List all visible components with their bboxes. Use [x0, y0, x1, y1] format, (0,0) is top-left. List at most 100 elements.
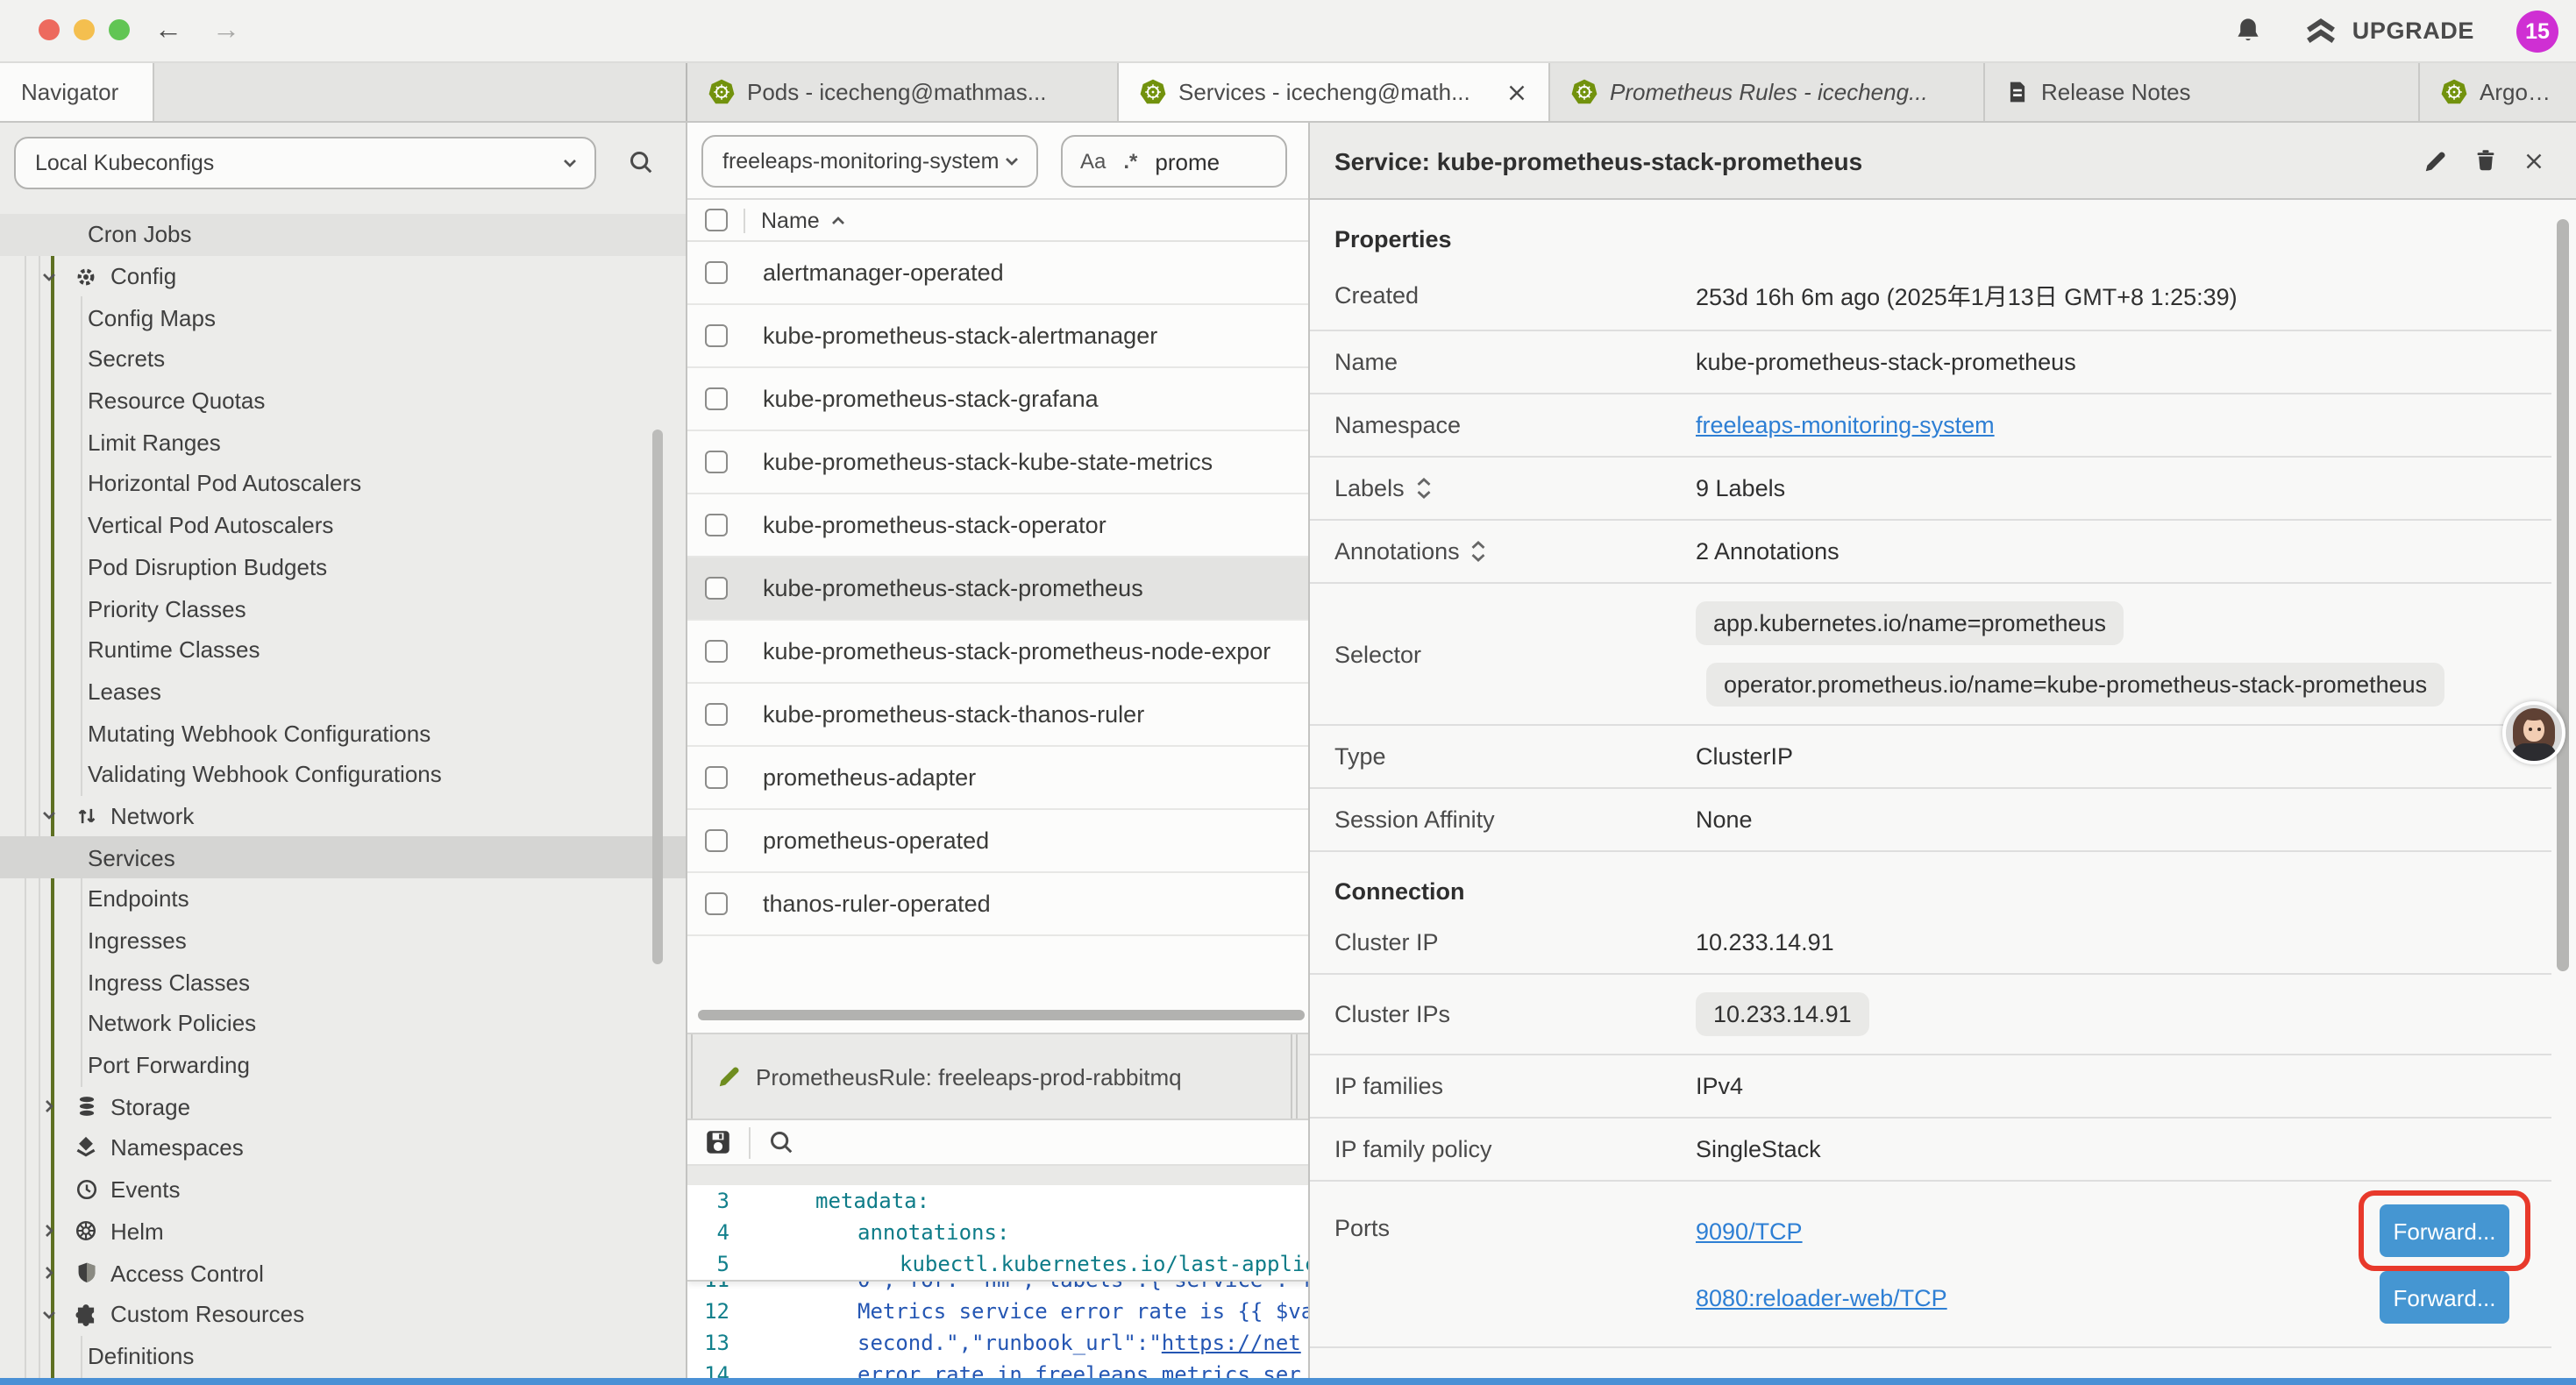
kubeconfig-source-select[interactable]: Local Kubeconfigs: [14, 137, 596, 189]
row-checkbox[interactable]: [705, 261, 728, 284]
user-avatar[interactable]: [2502, 701, 2565, 764]
sidebar-item-access-control[interactable]: Access Control: [0, 1252, 686, 1293]
table-row[interactable]: kube-prometheus-stack-prometheus: [687, 558, 1308, 621]
sidebar-item-network[interactable]: Network: [0, 795, 686, 836]
select-all-checkbox[interactable]: [705, 209, 728, 231]
sidebar-item-vertical-pod-autoscalers[interactable]: Vertical Pod Autoscalers: [0, 505, 686, 546]
table-row[interactable]: prometheus-adapter: [687, 747, 1308, 810]
row-checkbox[interactable]: [705, 829, 728, 852]
edit-icon[interactable]: [2423, 148, 2448, 173]
forward-button[interactable]: Forward...: [2380, 1204, 2509, 1257]
row-checkbox[interactable]: [705, 640, 728, 663]
row-checkbox[interactable]: [705, 451, 728, 473]
close-panel-icon[interactable]: [2523, 150, 2544, 171]
save-icon[interactable]: [705, 1129, 731, 1155]
forward-button[interactable]: →: [212, 15, 240, 46]
table-row[interactable]: kube-prometheus-stack-prometheus-node-ex…: [687, 621, 1308, 684]
table-row[interactable]: thanos-ruler-operated: [687, 873, 1308, 936]
tab-services[interactable]: Services - icecheng@math...: [1119, 63, 1550, 121]
sidebar-item-services[interactable]: Services: [0, 837, 686, 878]
table-row[interactable]: kube-prometheus-stack-kube-state-metrics: [687, 431, 1308, 494]
close-window-button[interactable]: [39, 19, 60, 40]
upgrade-button[interactable]: UPGRADE: [2305, 17, 2474, 45]
row-checkbox[interactable]: [705, 892, 728, 915]
row-checkbox[interactable]: [705, 766, 728, 789]
detail-scrollbar[interactable]: [2557, 219, 2569, 971]
port-link[interactable]: 8080:reloader-web/TCP: [1696, 1284, 1947, 1310]
sidebar-item-endpoints[interactable]: Endpoints: [0, 878, 686, 920]
update-count-badge[interactable]: 15: [2516, 10, 2558, 52]
chevron-right-icon[interactable]: [39, 1262, 61, 1283]
sidebar-item-limit-ranges[interactable]: Limit Ranges: [0, 422, 686, 463]
port-link[interactable]: 9090/TCP: [1696, 1218, 1803, 1244]
table-row[interactable]: prometheus-operated: [687, 810, 1308, 873]
maximize-window-button[interactable]: [109, 19, 130, 40]
search-icon[interactable]: [628, 149, 654, 175]
editor-tab-partial[interactable]: [1296, 1034, 1308, 1119]
sidebar-item-definitions[interactable]: Definitions: [0, 1335, 686, 1376]
sidebar-item-pod-disruption-budgets[interactable]: Pod Disruption Budgets: [0, 546, 686, 587]
row-checkbox[interactable]: [705, 387, 728, 410]
sidebar-scrollbar[interactable]: [652, 430, 663, 964]
chevron-down-icon[interactable]: [39, 266, 61, 287]
tab-release-notes[interactable]: Release Notes: [1985, 63, 2420, 121]
sort-ascending-icon[interactable]: [829, 210, 850, 231]
chevron-right-icon[interactable]: [39, 1097, 61, 1118]
table-search-input[interactable]: Aa .* prome: [1061, 135, 1287, 188]
chevron-right-icon[interactable]: [39, 1221, 61, 1242]
sidebar-item-ingress-classes[interactable]: Ingress Classes: [0, 962, 686, 1003]
row-checkbox[interactable]: [705, 703, 728, 726]
namespace-link[interactable]: freeleaps-monitoring-system: [1696, 412, 1995, 438]
sidebar-item-horizontal-pod-autoscalers[interactable]: Horizontal Pod Autoscalers: [0, 463, 686, 504]
horizontal-scrollbar[interactable]: [698, 1010, 1305, 1020]
namespace-select[interactable]: freeleaps-monitoring-system: [701, 135, 1038, 188]
regex-toggle[interactable]: .*: [1123, 149, 1137, 174]
sidebar-item-network-policies[interactable]: Network Policies: [0, 1003, 686, 1044]
tab-navigator[interactable]: Navigator: [0, 63, 154, 121]
notifications-bell-icon[interactable]: [2235, 16, 2263, 46]
forward-button[interactable]: Forward...: [2380, 1271, 2509, 1324]
sidebar-item-storage[interactable]: Storage: [0, 1086, 686, 1127]
sidebar-item-helm[interactable]: Helm: [0, 1211, 686, 1252]
sidebar-item-port-forwarding[interactable]: Port Forwarding: [0, 1045, 686, 1086]
table-row[interactable]: kube-prometheus-stack-thanos-ruler: [687, 684, 1308, 747]
table-row[interactable]: kube-prometheus-stack-alertmanager: [687, 305, 1308, 368]
row-checkbox[interactable]: [705, 324, 728, 347]
sidebar-item-ingresses[interactable]: Ingresses: [0, 920, 686, 961]
row-checkbox[interactable]: [705, 514, 728, 536]
back-button[interactable]: ←: [154, 15, 182, 46]
close-tab-icon[interactable]: [1506, 82, 1527, 103]
name-column-header[interactable]: Name: [761, 208, 820, 232]
sidebar-item-config-maps[interactable]: Config Maps: [0, 297, 686, 338]
sidebar-item-secrets[interactable]: Secrets: [0, 338, 686, 380]
sidebar-item-validating-webhook-configurations[interactable]: Validating Webhook Configurations: [0, 754, 686, 795]
chevron-down-icon[interactable]: [39, 1303, 61, 1325]
tab-argo[interactable]: Argo Se: [2420, 63, 2576, 121]
sidebar-item-namespaces[interactable]: Namespaces: [0, 1127, 686, 1168]
sort-updown-icon[interactable]: [1470, 540, 1488, 563]
tab-pods[interactable]: Pods - icecheng@mathmas...: [687, 63, 1119, 121]
yaml-editor[interactable]: 3metadata:4annotations:5kubectl.kubernet…: [687, 1185, 1308, 1378]
minimize-window-button[interactable]: [74, 19, 95, 40]
table-row[interactable]: kube-prometheus-stack-operator: [687, 494, 1308, 558]
code-link[interactable]: https://net: [1162, 1331, 1301, 1355]
sidebar-item-config[interactable]: Config: [0, 255, 686, 296]
sidebar-item-custom-resources[interactable]: Custom Resources: [0, 1294, 686, 1335]
sidebar-item-runtime-classes[interactable]: Runtime Classes: [0, 629, 686, 671]
sidebar-item-cron-jobs[interactable]: Cron Jobs: [0, 214, 686, 255]
sort-updown-icon[interactable]: [1415, 477, 1433, 500]
table-row[interactable]: alertmanager-operated: [687, 242, 1308, 305]
sidebar-item-mutating-webhook-configurations[interactable]: Mutating Webhook Configurations: [0, 713, 686, 754]
sidebar-item-resource-quotas[interactable]: Resource Quotas: [0, 380, 686, 422]
editor-tab-prometheusrule[interactable]: PrometheusRule: freeleaps-prod-rabbitmq: [691, 1034, 1292, 1119]
sidebar-item-leases[interactable]: Leases: [0, 671, 686, 712]
delete-icon[interactable]: [2474, 147, 2497, 174]
sidebar-item-events[interactable]: Events: [0, 1169, 686, 1211]
tab-prometheus-rules[interactable]: Prometheus Rules - icecheng...: [1550, 63, 1985, 121]
table-row[interactable]: kube-prometheus-stack-grafana: [687, 368, 1308, 431]
sidebar-item-priority-classes[interactable]: Priority Classes: [0, 587, 686, 629]
match-case-toggle[interactable]: Aa: [1080, 149, 1106, 174]
editor-search-icon[interactable]: [768, 1129, 794, 1155]
row-checkbox[interactable]: [705, 577, 728, 600]
chevron-down-icon[interactable]: [39, 806, 61, 827]
